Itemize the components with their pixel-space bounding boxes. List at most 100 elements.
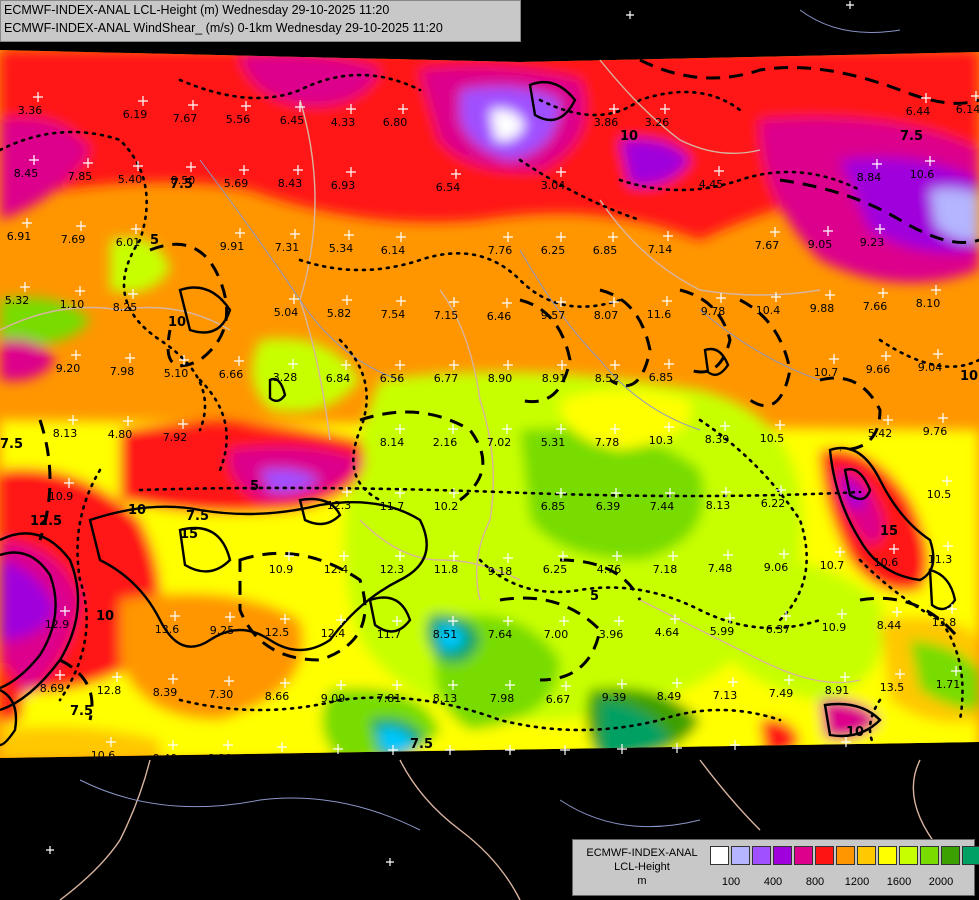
- station-value: 7.36: [657, 755, 682, 768]
- station-value: 7.92: [163, 431, 188, 444]
- legend-tick-label: 1600: [886, 876, 912, 888]
- contour-label: 10: [168, 315, 186, 330]
- station-value: 8.45: [14, 167, 39, 180]
- station-value: 1.71: [936, 678, 961, 691]
- station-value: 13.5: [880, 681, 905, 694]
- contour-label: 15: [880, 524, 898, 539]
- station-value: 8.91: [542, 372, 567, 385]
- station-value: 10.9: [269, 563, 294, 576]
- station-value: 8.13: [433, 692, 458, 705]
- legend-ticks: 100 400 800 1200 1600 2000: [710, 876, 976, 890]
- contour-label: 7.5: [186, 509, 209, 524]
- station-value: 10.6: [91, 749, 116, 762]
- header-line-windshear: ECMWF-INDEX-ANAL WindShear_ (m/s) 0-1km …: [4, 21, 443, 35]
- station-value: 7.02: [487, 436, 512, 449]
- station-value: 6.66: [219, 368, 244, 381]
- station-value: 1.10: [60, 298, 85, 311]
- station-value: 6.46: [487, 310, 512, 323]
- station-value: 3.86: [594, 116, 619, 129]
- station-value: 9.88: [810, 302, 835, 315]
- station-value: 9.39: [602, 691, 627, 704]
- station-value: 6.67: [546, 693, 571, 706]
- station-value: 12.3: [380, 563, 405, 576]
- legend-tick-label: 2000: [928, 876, 954, 888]
- color-legend: ECMWF-INDEX-ANAL LCL-Height m 100 400 800 1…: [572, 839, 979, 896]
- station-value: 9.78: [701, 305, 726, 318]
- station-value: 4.45: [699, 178, 724, 191]
- station-value: 11.7: [377, 628, 402, 641]
- station-value: 6.59: [602, 756, 627, 769]
- legend-tick-label: 1200: [844, 876, 870, 888]
- station-value: 9.04: [918, 361, 943, 374]
- station-value: 12.5: [265, 626, 290, 639]
- contour-label: 7.5: [900, 129, 923, 144]
- legend-swatch: [962, 846, 979, 865]
- station-value: 12.9: [45, 618, 70, 631]
- station-value: 2.16: [433, 436, 458, 449]
- station-value: 9.05: [808, 238, 833, 251]
- station-value: 10.2: [434, 500, 459, 513]
- station-value: 4.64: [655, 626, 680, 639]
- station-value: 8.29: [208, 752, 233, 765]
- station-value: 7.67: [755, 239, 780, 252]
- station-value: 10.9: [49, 490, 74, 503]
- station-value: 10.5: [760, 432, 785, 445]
- station-value: 5.10: [164, 367, 189, 380]
- station-value: 11.6: [647, 308, 672, 321]
- station-value: 7.64: [488, 628, 513, 641]
- station-value: 6.54: [436, 181, 461, 194]
- station-value: 5.40: [118, 173, 143, 186]
- legend-swatch: [752, 846, 771, 865]
- station-value: 9.91: [220, 240, 245, 253]
- station-value: 7.14: [648, 243, 673, 256]
- contour-label: 10: [96, 609, 114, 624]
- legend-swatch: [794, 846, 813, 865]
- station-value: 8.49: [657, 690, 682, 703]
- legend-swatch: [815, 846, 834, 865]
- station-value: 9.25: [210, 624, 235, 637]
- station-value: 6.19: [123, 108, 148, 121]
- station-value: 11.8: [434, 563, 459, 576]
- contour-label: 15: [180, 527, 198, 542]
- station-value: 8.84: [857, 171, 882, 184]
- station-value: 5.56: [226, 113, 251, 126]
- station-value: 11.3: [928, 553, 953, 566]
- station-value: 5.82: [327, 307, 352, 320]
- contour-label: 5: [590, 589, 599, 604]
- station-value: 9.40: [153, 752, 178, 765]
- header-line-lcl: ECMWF-INDEX-ANAL LCL-Height (m) Wednesda…: [4, 3, 390, 17]
- station-value: 4.76: [597, 563, 622, 576]
- station-value: 8.07: [594, 309, 619, 322]
- station-value: 10.7: [820, 559, 845, 572]
- station-value: 12.4: [324, 563, 349, 576]
- station-value: 8.51: [433, 628, 458, 641]
- station-value: 7.85: [68, 170, 93, 183]
- station-value: 5.42: [373, 757, 398, 770]
- station-value: 6.25: [541, 244, 566, 257]
- station-value: 9.23: [860, 236, 885, 249]
- station-value: 7.67: [173, 112, 198, 125]
- station-value: 7.13: [713, 689, 738, 702]
- station-value: 8.14: [380, 436, 405, 449]
- legend-title: ECMWF-INDEX-ANAL LCL-Height m: [577, 846, 707, 888]
- station-value: 12.8: [97, 684, 122, 697]
- station-value: 7.44: [650, 500, 675, 513]
- station-value: 7.00: [544, 628, 569, 641]
- station-value: 6.84: [326, 372, 351, 385]
- legend-swatch: [710, 846, 729, 865]
- legend-tick-label: 400: [763, 876, 783, 888]
- station-value: 4.48: [826, 749, 851, 762]
- station-value: 5.78: [490, 757, 515, 770]
- station-value: 6.01: [116, 236, 141, 249]
- station-value: 3.28: [273, 371, 298, 384]
- station-value: 9.09: [321, 692, 346, 705]
- station-value: 6.37: [766, 623, 791, 636]
- station-value: 10.3: [649, 434, 674, 447]
- legend-title-unit: m: [637, 875, 647, 887]
- station-value: 3.96: [599, 628, 624, 641]
- contour-label: 12.5: [30, 514, 62, 529]
- station-value: 8.13: [53, 427, 78, 440]
- station-value: 6.44: [906, 105, 931, 118]
- station-value: 3.04: [541, 179, 566, 192]
- station-value: 6.45: [280, 114, 305, 127]
